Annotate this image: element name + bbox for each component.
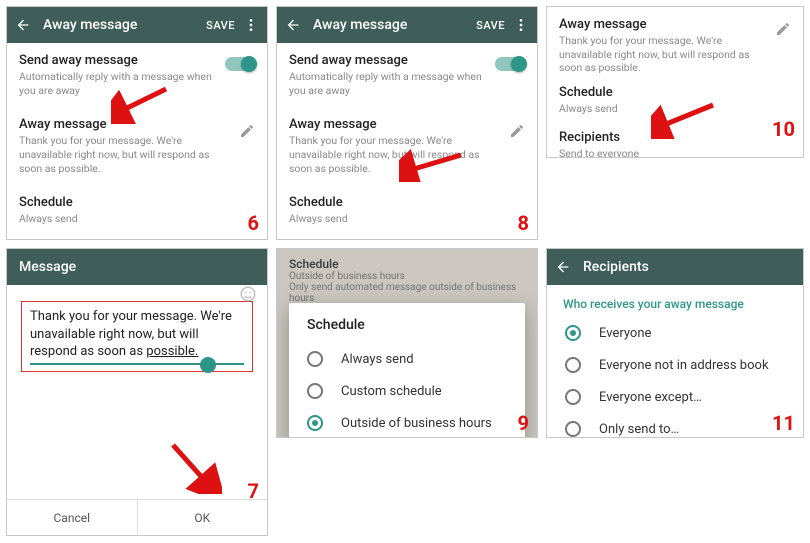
send-away-sub: Automatically reply with a message when …	[19, 70, 225, 97]
option-only-send-to[interactable]: Only send to…	[547, 413, 803, 438]
radio-icon	[565, 389, 581, 405]
away-message-sub: Thank you for your message. We're unavai…	[19, 134, 233, 175]
panel-10: Away message Thank you for your message.…	[546, 6, 804, 158]
schedule-row[interactable]: Schedule Always send	[7, 185, 267, 236]
radio-icon	[565, 357, 581, 373]
send-away-title: Send away message	[19, 53, 225, 68]
back-icon[interactable]	[555, 259, 571, 275]
schedule-title: Schedule	[289, 195, 525, 210]
more-icon[interactable]	[513, 17, 529, 33]
back-icon[interactable]	[15, 17, 31, 33]
panel-6: Away message SAVE Send away message Auto…	[6, 6, 268, 240]
step-number: 10	[772, 117, 795, 141]
panel-7: Message Thank you for your message. We'r…	[6, 248, 268, 536]
option-outside-hours[interactable]: Outside of business hours	[289, 407, 525, 438]
recipients-row[interactable]: Recipients Send to everyone	[277, 236, 537, 240]
away-message-row[interactable]: Away message Thank you for your message.…	[277, 107, 537, 185]
panel-11: Recipients Who receives your away messag…	[546, 248, 804, 438]
schedule-row[interactable]: Schedule Always send	[277, 185, 537, 236]
away-message-sub: Thank you for your message. We're unavai…	[289, 134, 503, 175]
radio-icon	[307, 415, 323, 431]
radio-icon	[565, 325, 581, 341]
option-label: Outside of business hours	[341, 416, 492, 431]
app-header: Away message SAVE	[277, 7, 537, 43]
app-header: Recipients	[547, 249, 803, 285]
schedule-title: Schedule	[559, 85, 791, 100]
save-button[interactable]: SAVE	[206, 19, 235, 32]
header-title: Away message	[313, 17, 476, 33]
away-message-row[interactable]: Away message Thank you for your message.…	[7, 107, 267, 185]
schedule-sub: Always send	[559, 102, 791, 116]
step-number: 6	[248, 211, 259, 235]
send-away-title: Send away message	[289, 53, 495, 68]
cancel-button[interactable]: Cancel	[7, 500, 138, 535]
schedule-sub: Always send	[19, 212, 255, 226]
recipients-row[interactable]: Recipients Send to everyone	[7, 236, 267, 240]
save-button[interactable]: SAVE	[476, 19, 505, 32]
option-label: Only send to…	[599, 422, 679, 437]
step-number: 11	[772, 411, 795, 435]
schedule-sub: Always send	[289, 212, 525, 226]
schedule-title: Schedule	[19, 195, 255, 210]
more-icon[interactable]	[243, 17, 259, 33]
send-away-toggle[interactable]	[495, 57, 525, 71]
option-not-in-address-book[interactable]: Everyone not in address book	[547, 349, 803, 381]
send-away-toggle[interactable]	[225, 57, 255, 71]
recipients-title: Recipients	[559, 130, 791, 145]
message-input[interactable]: Thank you for your message. We're unavai…	[30, 308, 244, 365]
message-editor: Thank you for your message. We're unavai…	[7, 285, 267, 388]
header-title: Recipients	[583, 259, 795, 275]
dialog-title: Schedule	[289, 317, 525, 343]
schedule-dialog: Schedule Always send Custom schedule Out…	[289, 303, 525, 438]
option-label: Everyone not in address book	[599, 358, 769, 373]
app-header: Away message SAVE	[7, 7, 267, 43]
header-title: Away message	[43, 17, 206, 33]
message-box: Thank you for your message. We're unavai…	[21, 301, 253, 372]
send-away-row[interactable]: Send away message Automatically reply wi…	[277, 43, 537, 107]
option-label: Custom schedule	[341, 384, 442, 399]
panel-8: Away message SAVE Send away message Auto…	[276, 6, 538, 240]
back-icon[interactable]	[285, 17, 301, 33]
away-message-title: Away message	[289, 117, 503, 132]
edit-icon[interactable]	[775, 21, 791, 37]
radio-icon	[307, 351, 323, 367]
option-label: Everyone except…	[599, 390, 702, 405]
edit-icon[interactable]	[239, 123, 255, 139]
radio-icon	[307, 383, 323, 399]
header-title: Message	[19, 259, 259, 275]
button-bar: Cancel OK	[7, 499, 267, 535]
option-custom-schedule[interactable]: Custom schedule	[289, 375, 525, 407]
recipients-row[interactable]: Recipients Send to everyone	[547, 126, 803, 158]
panel-9: Schedule Outside of business hours Only …	[276, 248, 538, 438]
emoji-icon[interactable]	[239, 285, 257, 303]
option-label: Everyone	[599, 326, 651, 341]
option-label: Always send	[341, 352, 414, 367]
recipients-sub: Send to everyone	[559, 147, 791, 158]
caret-handle[interactable]	[200, 357, 216, 373]
away-message-title: Away message	[19, 117, 233, 132]
option-always-send[interactable]: Always send	[289, 343, 525, 375]
arrow-icon	[167, 439, 222, 494]
message-text-b: possible.	[146, 344, 198, 359]
edit-icon[interactable]	[509, 123, 525, 139]
recipients-subheader: Who receives your away message	[547, 285, 803, 317]
step-number: 7	[248, 479, 259, 503]
away-message-title: Away message	[559, 17, 769, 32]
app-header: Message	[7, 249, 267, 285]
step-number: 8	[518, 211, 529, 235]
step-number: 9	[518, 411, 529, 435]
away-message-sub: Thank you for your message. We're unavai…	[559, 34, 769, 75]
send-away-row[interactable]: Send away message Automatically reply wi…	[7, 43, 267, 107]
schedule-row[interactable]: Schedule Always send	[547, 81, 803, 126]
option-everyone-except[interactable]: Everyone except…	[547, 381, 803, 413]
away-message-row[interactable]: Away message Thank you for your message.…	[547, 7, 803, 81]
ok-button[interactable]: OK	[138, 500, 268, 535]
option-everyone[interactable]: Everyone	[547, 317, 803, 349]
send-away-sub: Automatically reply with a message when …	[289, 70, 495, 97]
message-text-a: Thank you for your message. We're unavai…	[30, 309, 232, 359]
radio-icon	[565, 421, 581, 437]
